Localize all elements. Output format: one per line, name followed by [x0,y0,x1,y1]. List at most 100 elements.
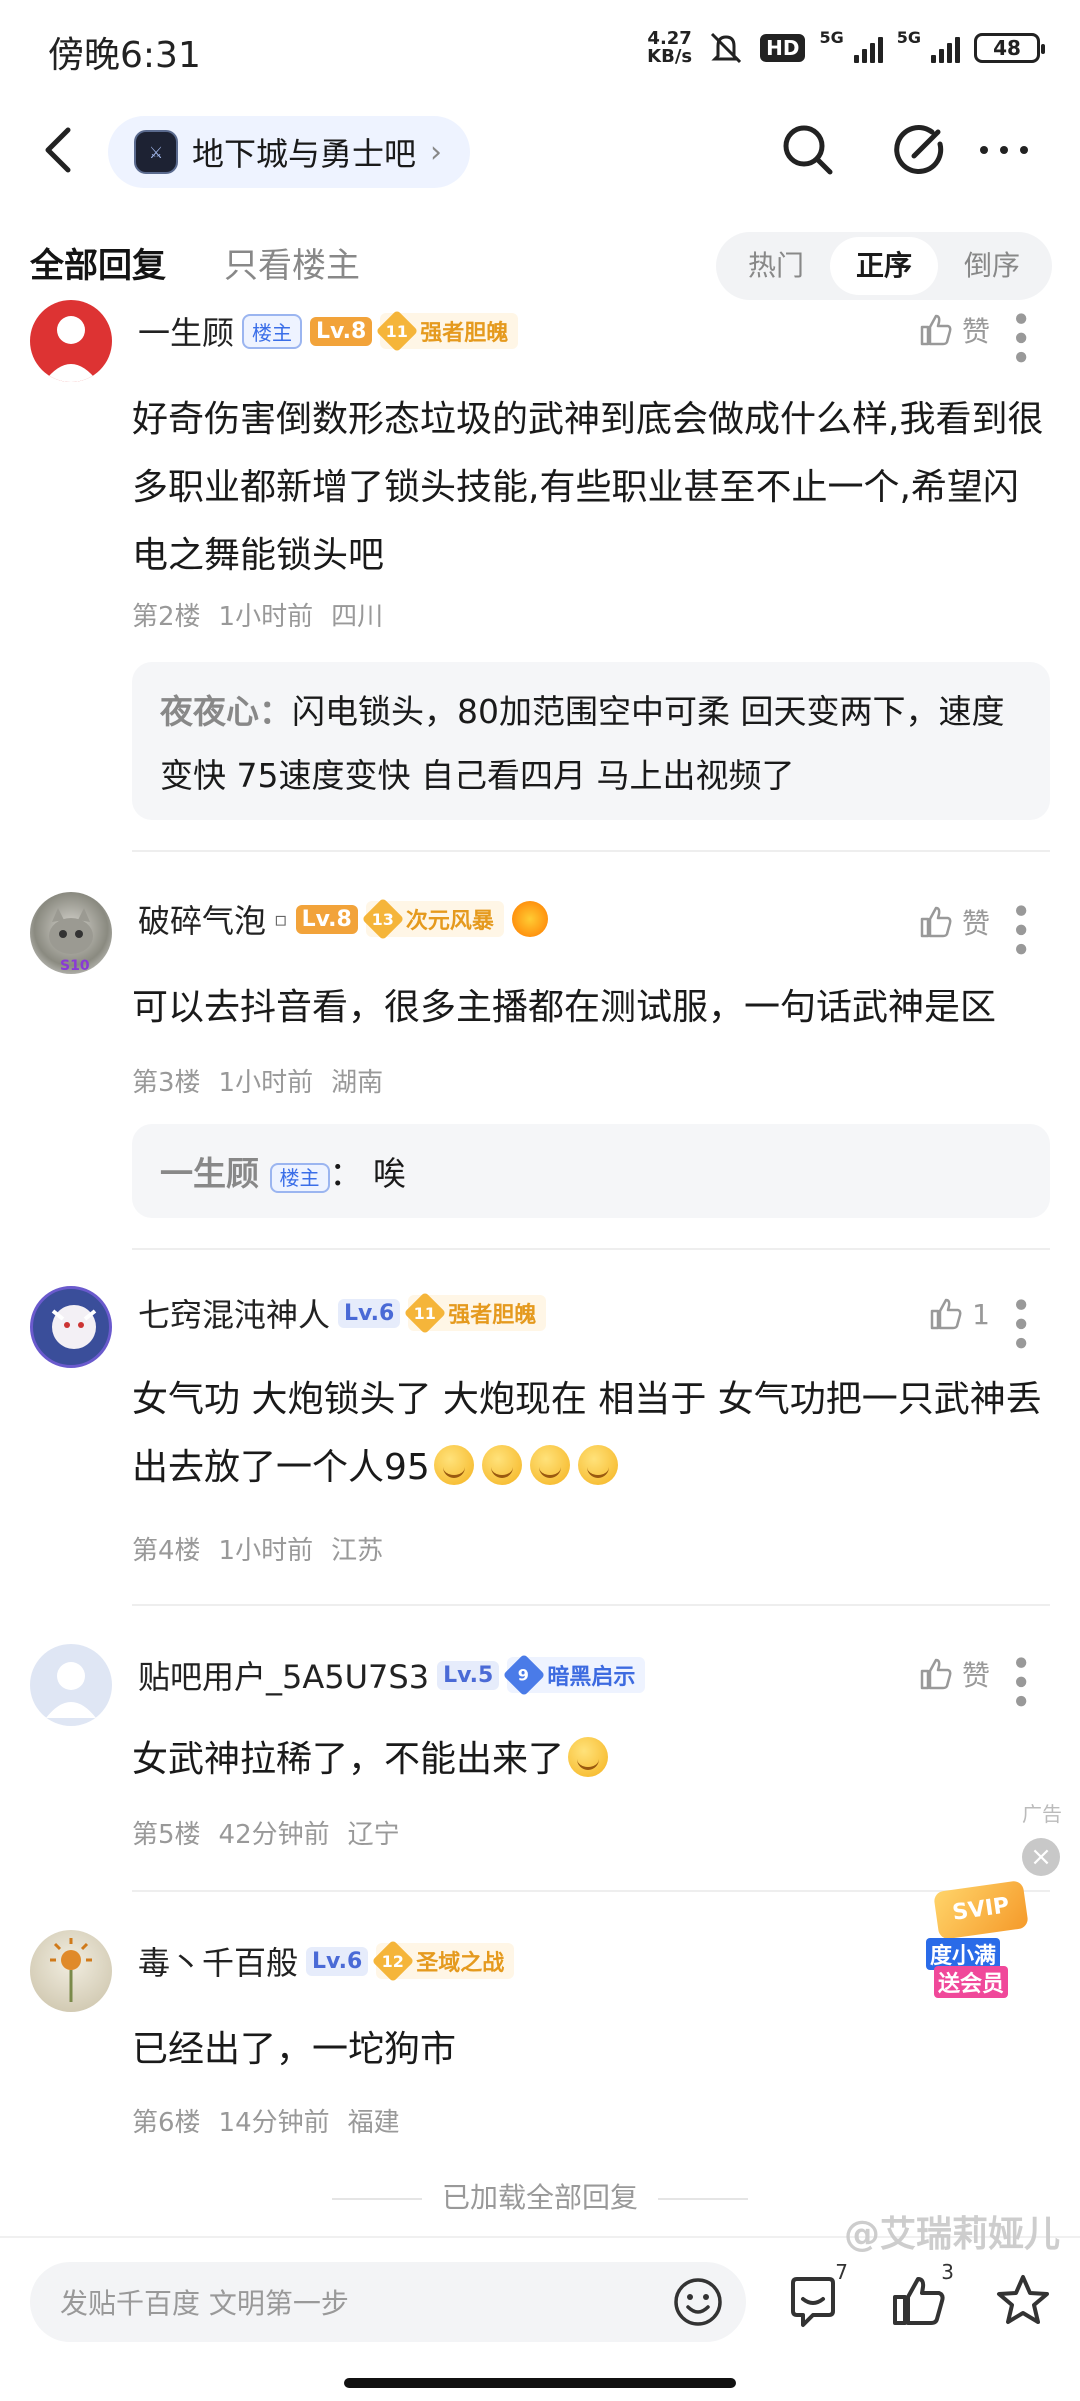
like-button[interactable]: 赞 [918,310,990,350]
avatar[interactable] [30,300,112,382]
status-icons: 4.27 KB/s HD 5G 5G 48 [647,28,1045,68]
forum-name: 地下城与勇士吧 [192,135,417,173]
user-row: 一生顾 楼主 Lv.8 11 强者胆魄 [138,308,519,354]
signal-icon [853,33,883,63]
net-speed: 4.27 KB/s [647,28,693,67]
close-icon[interactable]: × [1022,1838,1060,1876]
comment-text: 女武神拉稀了，不能出来了 [132,1726,1052,1794]
like-button[interactable]: 赞 [918,1654,990,1694]
smile-emoji-icon [481,1445,522,1485]
watermark: @艾瑞莉娅儿 [843,2214,1060,2255]
divider [132,1248,1050,1250]
comment-icon[interactable]: 7 [778,2260,848,2336]
home-indicator[interactable] [344,2378,736,2388]
share-edit-icon[interactable] [890,120,950,180]
sort-toggle: 热门 正序 倒序 [716,232,1052,300]
honor-gem-icon: 12 [372,1939,415,1983]
comment-text: 可以去抖音看，很多主播都在测试服，一句话武神是区 [132,987,997,1028]
comment-more-icon[interactable]: ••• [999,900,1040,958]
level-badge: Lv.6 [306,1946,369,1976]
comment-text: 已经出了，一坨狗市 [132,2029,457,2070]
top-nav: ⚔ 地下城与勇士吧 › [0,100,1080,200]
username[interactable]: 贴吧用户_5A5U7S3 [138,1652,429,1698]
username[interactable]: 毒丶千百般 [138,1938,298,1984]
comment-meta: 第3楼 1小时前 湖南 [132,1068,384,1098]
honor-badge: 13 次元风暴 [361,897,504,941]
ad-banner[interactable]: SVIP 度小满 送会员 [920,1879,1038,1998]
sort-descending[interactable]: 倒序 [938,237,1046,295]
comment-more-icon[interactable]: ••• [999,1294,1040,1352]
user-row: 毒丶千百般 Lv.6 12 圣域之战 [138,1938,515,1984]
reply-input[interactable]: 发贴千百度 文明第一步 [30,2262,746,2342]
username[interactable]: 破碎气泡 [138,896,266,942]
svip-badge: SVIP [933,1879,1029,1941]
level-badge: Lv.6 [338,1298,401,1328]
comment-meta: 第2楼 1小时前 四川 [132,602,384,632]
reply-tabs: 全部回复 只看楼主 热门 正序 倒序 [0,220,1080,310]
level-badge: Lv.8 [295,904,358,934]
level-badge: Lv.8 [310,316,373,346]
like-button[interactable]: 赞 [918,902,990,942]
search-icon[interactable] [778,120,838,180]
reply-username[interactable]: 夜夜心： [160,692,292,731]
user-row: 贴吧用户_5A5U7S3 Lv.5 9 暗黑启示 [138,1652,646,1698]
more-icon[interactable] [974,120,1034,180]
divider [132,850,1050,852]
honor-badge: 11 强者胆魄 [376,309,519,353]
signal-icon [931,33,960,63]
username[interactable]: 七窍混沌神人 [138,1290,330,1336]
reply-placeholder: 发贴千百度 文明第一步 [60,2287,349,2320]
username[interactable]: 一生顾 [138,308,234,354]
avatar[interactable]: S10 [30,892,112,974]
sub-reply[interactable]: 夜夜心：闪电锁头，80加范围空中可柔 回天变两下，速度变快 75速度变快 自己看… [132,662,1050,820]
sub-reply[interactable]: 一生顾 楼主： 唉 [132,1124,1050,1218]
sort-ascending[interactable]: 正序 [830,237,938,295]
honor-gem-icon: 13 [361,897,405,941]
thumbs-up-icon [920,906,952,938]
emoji-icon[interactable] [670,2274,726,2330]
sort-hot[interactable]: 热门 [722,237,830,295]
smile-emoji-icon [529,1445,570,1485]
mute-bell-icon [711,32,742,64]
tab-owner-only[interactable]: 只看楼主 [224,238,360,287]
owner-badge: 楼主 [269,1163,330,1193]
honor-badge: 9 暗黑启示 [503,1653,646,1697]
honor-gem-icon: 11 [404,1291,447,1335]
forum-link[interactable]: ⚔ 地下城与勇士吧 › [108,116,471,188]
chevron-right-icon: › [430,134,443,170]
grin-emoji-icon [568,1737,609,1777]
reply-text: ： 唉 [329,1154,407,1193]
user-row: 破碎气泡 ▫ Lv.8 13 次元风暴 [138,896,548,942]
reply-username[interactable]: 一生顾 [160,1154,259,1193]
avatar[interactable] [30,1644,112,1726]
thumbs-up-icon [920,1658,952,1690]
smile-emoji-icon [433,1445,474,1485]
comment-text: 女气功 大炮锁头了 大炮现在 相当于 女气功把一只武神丢出去放了一个人95 [132,1379,1042,1488]
back-arrow-icon[interactable] [36,122,80,178]
svg-text:S10: S10 [60,958,90,974]
like-count: 3 [941,2260,954,2284]
vip-square-icon: ▫ [274,907,288,931]
honor-badge: 12 圣域之战 [372,1939,515,1983]
honor-gem-icon: 11 [376,309,419,353]
emoji-badge-icon [511,901,548,937]
forum-logo-icon: ⚔ [134,130,178,174]
smile-emoji-icon [577,1445,618,1485]
like-post-icon[interactable]: 3 [884,2260,954,2336]
bottom-bar: 发贴千百度 文明第一步 7 3 [0,2236,1080,2401]
comment-more-icon[interactable]: ••• [999,308,1040,366]
tab-all-replies[interactable]: 全部回复 [30,238,166,287]
hd-icon: HD [760,34,806,62]
divider [132,1890,1050,1892]
avatar[interactable] [30,1930,112,2012]
ad-label: 广告 [1022,1802,1062,1826]
comment-more-icon[interactable]: ••• [999,1652,1040,1710]
avatar[interactable] [30,1286,112,1368]
status-bar: 傍晚6:31 4.27 KB/s HD 5G 5G 48 [0,0,1080,100]
comment-meta: 第5楼 42分钟前 辽宁 [132,1820,400,1850]
honor-gem-icon: 9 [503,1653,546,1697]
like-button[interactable]: 1 [928,1296,990,1332]
thumbs-up-icon [920,314,952,346]
star-icon[interactable] [988,2266,1058,2336]
owner-badge: 楼主 [242,313,303,349]
